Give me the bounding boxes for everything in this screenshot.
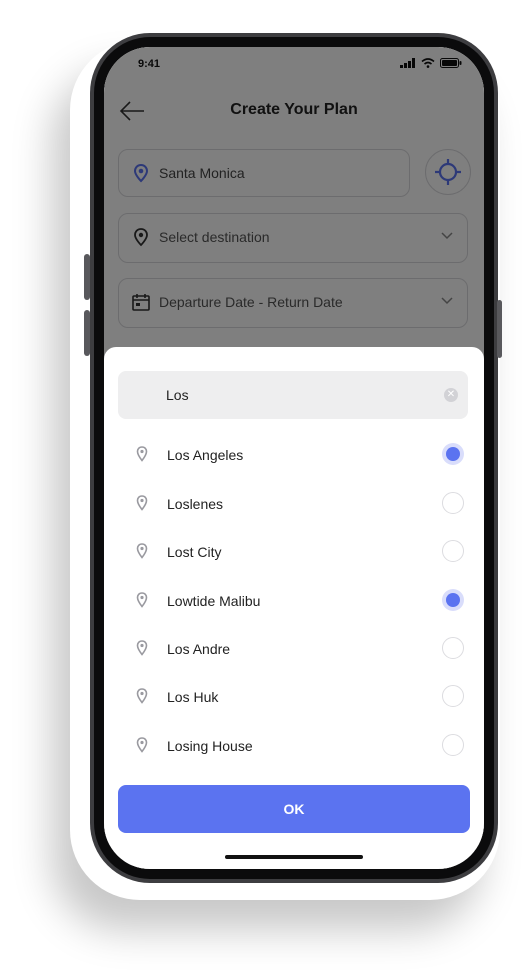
radio-unselected[interactable] [442,492,464,514]
map-pin-icon [136,737,148,753]
list-item-label: Los Andre [167,641,231,657]
map-pin-icon [136,688,148,704]
list-item[interactable]: Los Andre [104,627,484,675]
list-item-label: Lowtide Malibu [167,593,261,609]
list-item-label: Lost City [167,544,222,560]
list-item-label: Los Angeles [167,447,244,463]
map-pin-icon [136,640,148,656]
radio-unselected[interactable] [442,540,464,562]
power-button [497,300,502,358]
radio-unselected[interactable] [442,685,464,707]
map-pin-icon [136,592,148,608]
list-item[interactable]: Los Angeles [104,433,484,481]
map-pin-icon [136,543,148,559]
radio-selected[interactable] [442,443,464,465]
list-item[interactable]: Lowtide Malibu [104,579,484,627]
list-item[interactable]: Losing House [104,724,484,772]
radio-selected[interactable] [442,589,464,611]
ok-button[interactable]: OK [118,785,470,833]
clear-search-icon[interactable]: ✕ [444,388,458,402]
home-indicator [225,855,363,859]
list-item[interactable]: Los Huk [104,675,484,723]
map-pin-icon [136,446,148,462]
list-item-label: Losing House [167,738,253,754]
radio-unselected[interactable] [442,734,464,756]
volume-down-button [84,310,90,356]
destination-picker-sheet: ✕ Los Angeles Loslenes Lost City Lowtide… [104,347,484,869]
list-item-label: Los Huk [167,689,219,705]
map-pin-icon [136,495,148,511]
phone-screen: 9:41 Create Your Plan Santa Monica Selec… [104,47,484,869]
list-item[interactable]: Lost City [104,530,484,578]
list-item-label: Loslenes [167,496,224,512]
search-box: ✕ [118,371,468,419]
radio-unselected[interactable] [442,637,464,659]
search-input[interactable] [166,384,406,406]
volume-up-button [84,254,90,300]
list-item[interactable]: Loslenes [104,482,484,530]
